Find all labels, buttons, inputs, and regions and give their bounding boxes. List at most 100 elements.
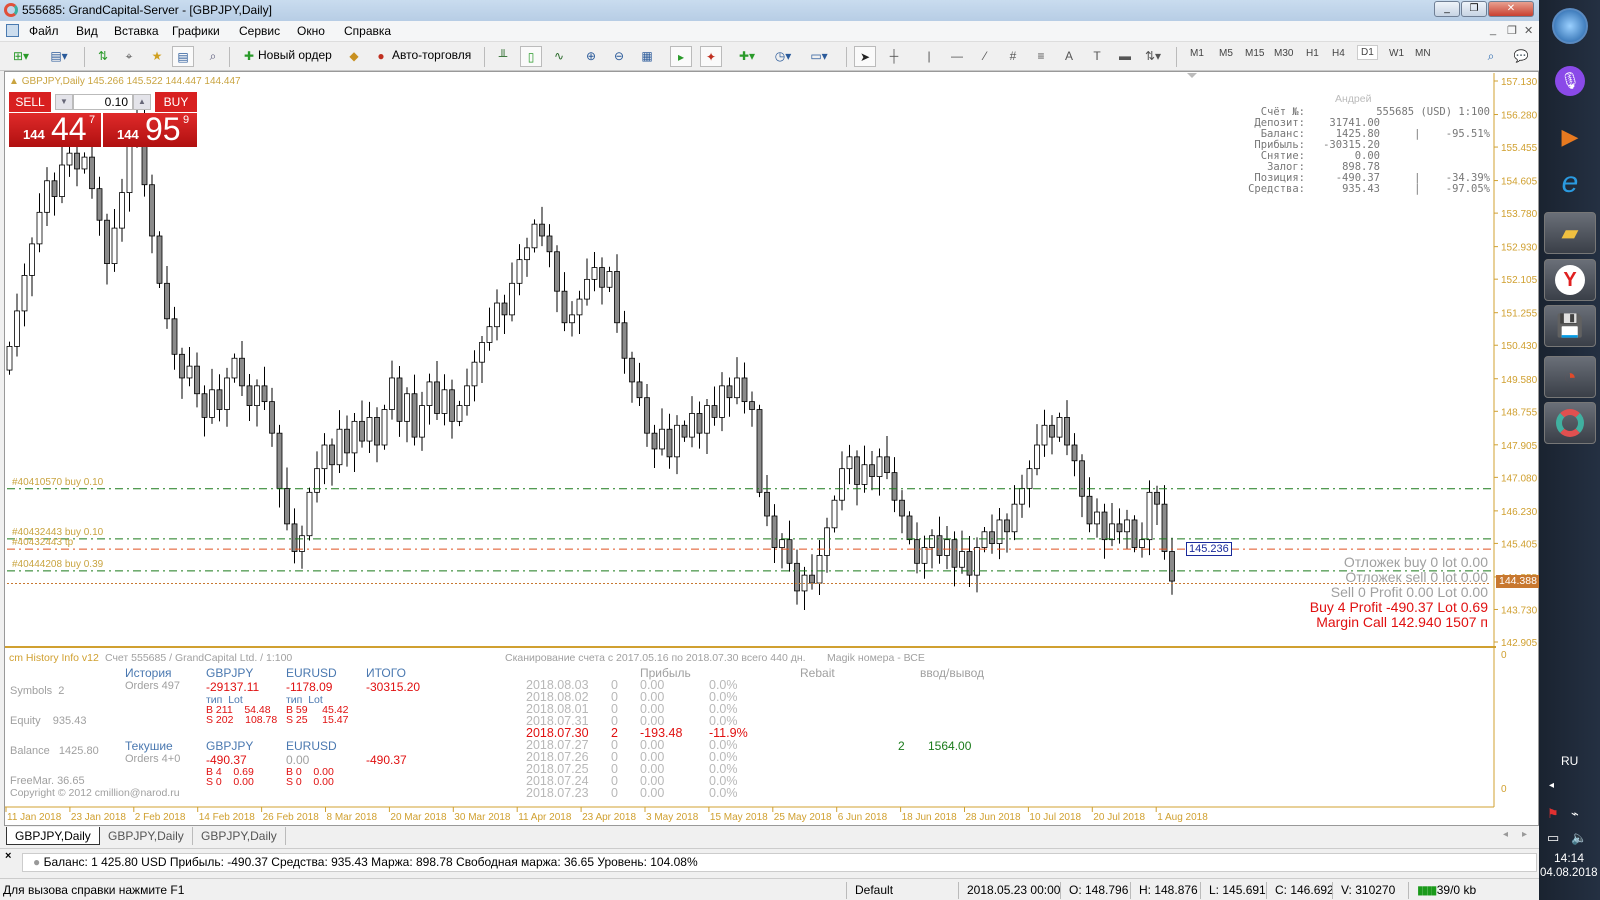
- clock-date[interactable]: 04.08.2018: [1540, 867, 1598, 879]
- bearish-candle: [696, 413, 703, 434]
- action-center-icon[interactable]: ⚑: [1547, 806, 1559, 822]
- bearish-candle: [726, 385, 733, 399]
- bearish-candle: [74, 152, 80, 170]
- chart-ohlc-header: GBPJPY,Daily 145.266 145.522 144.447 144…: [21, 76, 241, 87]
- bullish-candle: [404, 393, 410, 422]
- connection-bars-icon: ▮▮▮▮: [1417, 883, 1437, 897]
- bearish-candle: [854, 456, 860, 485]
- bullish-candle: [876, 456, 883, 477]
- bearish-candle: [1079, 460, 1085, 497]
- bearish-candle: [344, 428, 350, 454]
- bearish-candle: [666, 428, 673, 458]
- bearish-candle: [284, 487, 290, 525]
- connection-status: ▮▮▮▮ 39/0 kb: [1408, 882, 1476, 899]
- chart-window[interactable]: 157.130 156.280 155.455 154.605 153.780 152.9…: [4, 71, 1540, 826]
- bullish-candle: [486, 326, 493, 343]
- bullish-candle: [816, 555, 823, 584]
- lot-increase-button[interactable]: ▲: [133, 94, 151, 110]
- sell-button[interactable]: SELL: [9, 92, 51, 112]
- bearish-candle: [786, 539, 793, 564]
- account-row: Средства: 935.43 | -97.05%: [1245, 184, 1490, 195]
- file-explorer-icon[interactable]: ▰: [1544, 212, 1596, 254]
- row-profit: 0.00: [640, 786, 665, 800]
- history-gbpjpy: GBPJPY: [206, 666, 254, 680]
- bearish-candle: [246, 385, 253, 406]
- tabs-scroll-left-icon[interactable]: ◂: [1503, 829, 1508, 840]
- start-button[interactable]: [1552, 8, 1588, 44]
- profile-name[interactable]: Default: [846, 882, 893, 899]
- save-app-icon[interactable]: 💾: [1544, 305, 1596, 347]
- bearish-candle: [741, 377, 748, 403]
- bullish-candle: [119, 192, 125, 229]
- bearish-candle: [51, 180, 58, 197]
- bearish-candle: [329, 444, 335, 466]
- account-row-pct: | -95.51%: [1414, 128, 1490, 140]
- clock-time[interactable]: 14:14: [1554, 851, 1584, 865]
- bullish-candle: [584, 278, 590, 300]
- chart-header: ▲ GBPJPY,Daily 145.266 145.522 144.447 1…: [9, 76, 241, 87]
- subwindow-divider[interactable]: [5, 646, 1496, 648]
- bearish-candle: [194, 365, 200, 395]
- bullish-candle: [1026, 468, 1033, 489]
- bullish-candle: [846, 456, 853, 470]
- bearish-candle: [201, 393, 208, 418]
- bullish-candle: [44, 180, 50, 213]
- bullish-candle: [1034, 444, 1040, 470]
- buy-summary: Buy 4 Profit -490.37 Lot 0.69: [1309, 599, 1488, 615]
- network-icon[interactable]: ▭: [1547, 830, 1559, 846]
- subwindow-scale: 0: [1501, 784, 1507, 795]
- bullish-candle: [1041, 424, 1048, 446]
- bullish-candle: [321, 444, 328, 470]
- bearish-candle: [359, 420, 365, 442]
- tabs-scroll-right-icon[interactable]: ▸: [1522, 829, 1527, 840]
- current-gbpjpy-value: -490.37: [206, 753, 247, 767]
- bearish-candle: [96, 188, 103, 221]
- tray-expand-icon[interactable]: ◂: [1549, 780, 1554, 791]
- current-orders: Orders 4+0: [125, 753, 181, 765]
- app-icon[interactable]: ◔: [1544, 356, 1596, 398]
- buy-button[interactable]: BUY: [155, 92, 197, 112]
- language-indicator[interactable]: RU: [1561, 754, 1578, 768]
- tab-chart-1[interactable]: GBPJPY,Daily: [6, 827, 100, 845]
- yandex-browser-icon[interactable]: Y: [1544, 259, 1596, 301]
- date-tick-label: 25 May 2018: [774, 812, 832, 823]
- bullish-candle: [704, 405, 710, 434]
- row-date: 2018.07.23: [526, 786, 589, 800]
- price-tick-label: 152.105: [1501, 275, 1538, 286]
- bullish-candle: [959, 551, 965, 568]
- sell-price-button[interactable]: 144 44 7: [9, 111, 101, 147]
- lot-decrease-button[interactable]: ▼: [55, 94, 73, 110]
- copyright: Copyright © 2012 cmillion@narod.ru: [10, 787, 180, 799]
- bar-close: C: 146.692: [1266, 882, 1334, 899]
- price-tick-label: 157.130: [1501, 77, 1538, 88]
- tab-chart-2[interactable]: GBPJPY,Daily: [100, 827, 192, 845]
- metatrader-icon[interactable]: [1544, 402, 1596, 444]
- bearish-candle: [164, 282, 170, 320]
- terminal-account-row[interactable]: ● Баланс: 1 425.80 USD Прибыль: -490.37 …: [22, 853, 1537, 872]
- bearish-candle: [951, 539, 958, 568]
- margin-call-summary: Margin Call 142.940 1507 п: [1316, 614, 1488, 630]
- history-orders: Orders 497: [125, 680, 181, 692]
- tab-chart-3[interactable]: GBPJPY,Daily: [192, 827, 286, 845]
- status-dot-icon: ●: [33, 855, 44, 869]
- terminal-close-icon[interactable]: ×: [5, 850, 11, 862]
- voice-assistant-icon[interactable]: 🎙: [1544, 60, 1596, 102]
- pending-buy-summary: Отложек buy 0 lot 0.00: [1343, 554, 1488, 570]
- tp-price-label[interactable]: 145.236: [1186, 542, 1232, 556]
- price-tick-label: 147.905: [1501, 441, 1538, 452]
- current-eurusd-sells: S 0 0.00: [286, 776, 334, 788]
- internet-explorer-icon[interactable]: e: [1544, 162, 1596, 204]
- lot-size-input[interactable]: 0.10: [73, 94, 133, 110]
- bullish-candle: [456, 405, 463, 422]
- media-player-icon[interactable]: ▶: [1544, 116, 1596, 158]
- bullish-candle: [419, 405, 425, 438]
- chart-shift-marker-icon[interactable]: [1187, 73, 1197, 78]
- power-icon[interactable]: ⌁: [1571, 806, 1579, 822]
- volume-icon[interactable]: 🔈: [1571, 830, 1587, 846]
- stat-symbols: Symbols 2: [10, 685, 65, 697]
- buy-price-button[interactable]: 144 95 9: [103, 111, 197, 147]
- collapse-triangle-icon[interactable]: ▲: [9, 76, 22, 87]
- history-eurusd-sells: S 25 15.47: [286, 714, 349, 726]
- history-title: История: [125, 666, 172, 680]
- bullish-candle: [126, 140, 133, 194]
